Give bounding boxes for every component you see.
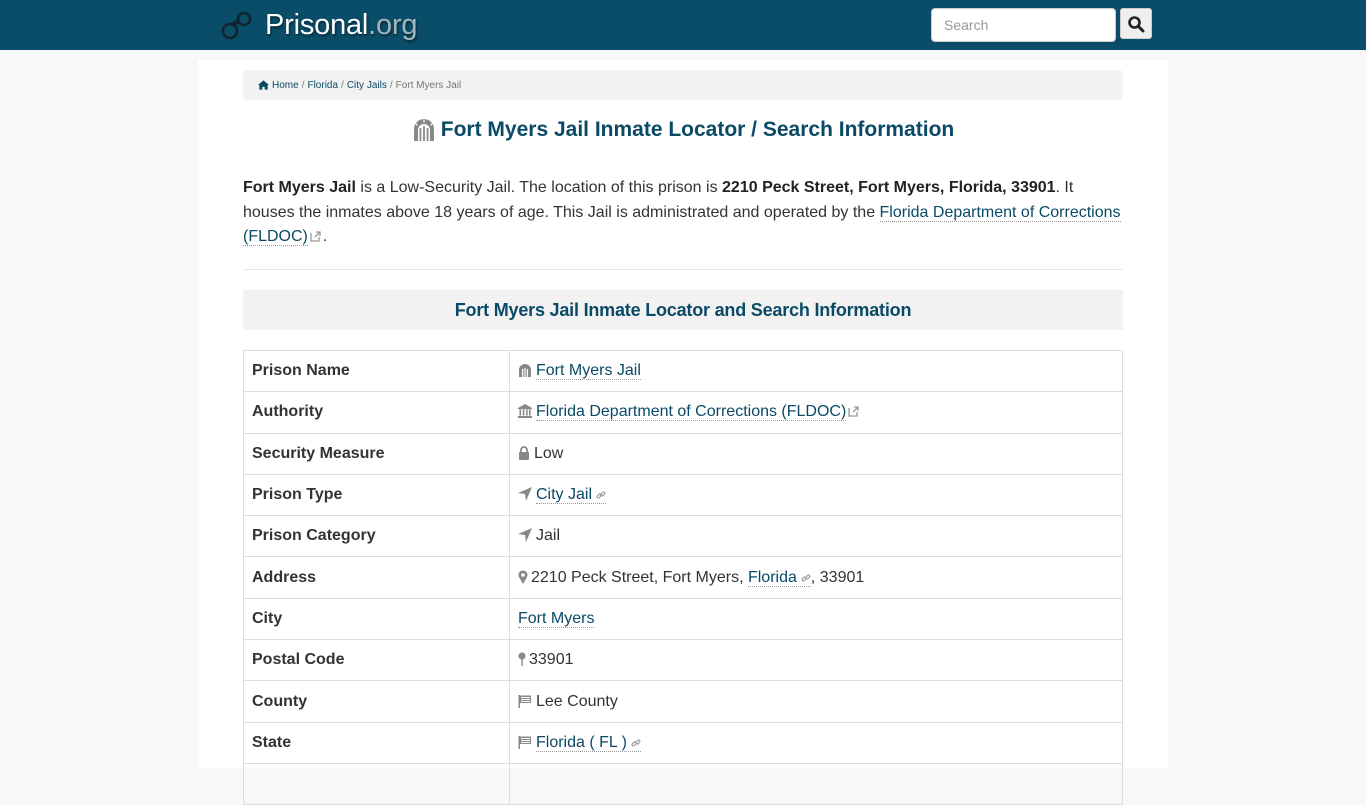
main-content: Home / Florida / City Jails / Fort Myers… <box>198 60 1168 805</box>
brand-name: Prisonal.org <box>265 8 418 41</box>
external-link-icon <box>848 406 859 418</box>
row-label: Address <box>243 556 510 599</box>
table-row: Prison Name Fort Myers Jail <box>243 349 1123 393</box>
intro-text: is a Low-Security Jail. The location of … <box>355 179 723 196</box>
row-value: Fort Myers Jail <box>509 349 1123 393</box>
address-state-link[interactable]: Florida <box>747 568 811 587</box>
intro-prison-name: Fort Myers Jail <box>243 179 356 196</box>
breadcrumb-city-jails[interactable]: City Jails <box>347 80 387 91</box>
divider <box>243 269 1123 270</box>
institution-icon <box>518 404 532 419</box>
flag-icon <box>518 735 531 749</box>
section-heading: Fort Myers Jail Inmate Locator and Searc… <box>243 290 1123 330</box>
row-label: Prison Category <box>243 515 510 558</box>
page-title: Fort Myers Jail Inmate Locator / Search … <box>243 117 1123 143</box>
prison-icon <box>519 364 531 378</box>
row-value: Lee County <box>509 680 1123 723</box>
location-arrow-icon <box>518 487 532 502</box>
address-text: 2210 Peck Street, Fort Myers, <box>531 568 748 586</box>
table-row: Authority Florida Department of Correcti… <box>243 391 1123 434</box>
search-input[interactable] <box>931 8 1116 42</box>
row-value: Jail <box>509 515 1123 558</box>
row-label: State <box>243 721 510 764</box>
table-row: Prison Type City Jail <box>243 473 1123 517</box>
row-label: Authority <box>243 391 510 434</box>
row-label: Prison Name <box>243 349 510 393</box>
table-row: City Fort Myers <box>243 597 1123 641</box>
link-icon <box>596 491 606 499</box>
row-value: 2210 Peck Street, Fort Myers, Florida, 3… <box>509 556 1123 599</box>
flag-icon <box>518 694 531 708</box>
row-label: County <box>243 680 510 723</box>
row-value: Florida ( FL ) <box>509 721 1123 764</box>
intro-text: . <box>322 228 328 245</box>
postal-code-value: 33901 <box>529 651 574 669</box>
row-label: Postal Code <box>243 639 510 682</box>
intro-paragraph: Fort Myers Jail is a Low-Security Jail. … <box>243 176 1123 250</box>
city-link[interactable]: Fort Myers <box>518 609 595 628</box>
security-value: Low <box>534 444 564 462</box>
breadcrumb-separator: / <box>389 79 393 91</box>
prison-name-link[interactable]: Fort Myers Jail <box>536 362 641 381</box>
external-link-icon <box>310 231 321 242</box>
location-arrow-icon <box>518 528 532 543</box>
row-value: Fort Myers <box>509 597 1123 641</box>
page-title-text: Fort Myers Jail Inmate Locator / Search … <box>440 118 955 141</box>
row-label <box>243 762 510 805</box>
brand-tld: .org <box>368 8 418 41</box>
county-value: Lee County <box>536 692 618 710</box>
table-row: County Lee County <box>243 680 1123 723</box>
breadcrumb-separator: / <box>341 79 344 91</box>
state-link[interactable]: Florida ( FL ) <box>536 733 641 752</box>
row-value <box>509 762 1123 805</box>
row-label: Security Measure <box>243 432 510 475</box>
table-row: Prison Category Jail <box>243 515 1123 558</box>
prison-category-value: Jail <box>536 527 561 545</box>
link-icon <box>801 574 811 582</box>
address-zip: , 33901 <box>810 568 865 586</box>
map-marker-icon <box>518 570 528 584</box>
search-icon <box>1128 15 1145 32</box>
handcuffs-icon <box>221 11 252 40</box>
authority-link[interactable]: Florida Department of Corrections (FLDOC… <box>536 403 847 422</box>
breadcrumb-current: Fort Myers Jail <box>395 79 462 91</box>
row-value: Florida Department of Corrections (FLDOC… <box>509 391 1123 434</box>
breadcrumb-florida[interactable]: Florida <box>307 80 338 91</box>
row-value: Low <box>509 432 1123 475</box>
navbar: Prisonal.org <box>0 0 1366 50</box>
table-row: Address 2210 Peck Street, Fort Myers, Fl… <box>243 556 1123 599</box>
brand-logo-link[interactable]: Prisonal.org <box>221 8 418 42</box>
table-row: State Florida ( FL ) <box>243 721 1123 764</box>
search-form <box>931 8 1152 42</box>
intro-address: 2210 Peck Street, Fort Myers, Florida, 3… <box>722 179 1056 196</box>
row-label: City <box>243 597 510 641</box>
info-table: Prison Name Fort Myers Jail Authority Fl… <box>243 349 1123 805</box>
home-icon <box>258 80 269 90</box>
link-icon <box>631 739 641 747</box>
prison-gate-icon <box>413 119 434 141</box>
breadcrumb-home[interactable]: Home <box>272 80 299 91</box>
map-pin-icon <box>518 652 526 667</box>
row-label: Prison Type <box>243 473 510 517</box>
row-value: City Jail <box>509 473 1123 517</box>
breadcrumb-separator: / <box>301 79 305 91</box>
breadcrumb: Home / Florida / City Jails / Fort Myers… <box>243 70 1123 100</box>
search-button[interactable] <box>1120 8 1152 39</box>
table-row <box>243 762 1123 805</box>
row-value: 33901 <box>509 639 1123 682</box>
table-row: Security Measure Low <box>243 432 1123 475</box>
table-row: Postal Code 33901 <box>243 639 1123 682</box>
lock-icon <box>519 445 529 460</box>
prison-type-link[interactable]: City Jail <box>536 486 607 505</box>
